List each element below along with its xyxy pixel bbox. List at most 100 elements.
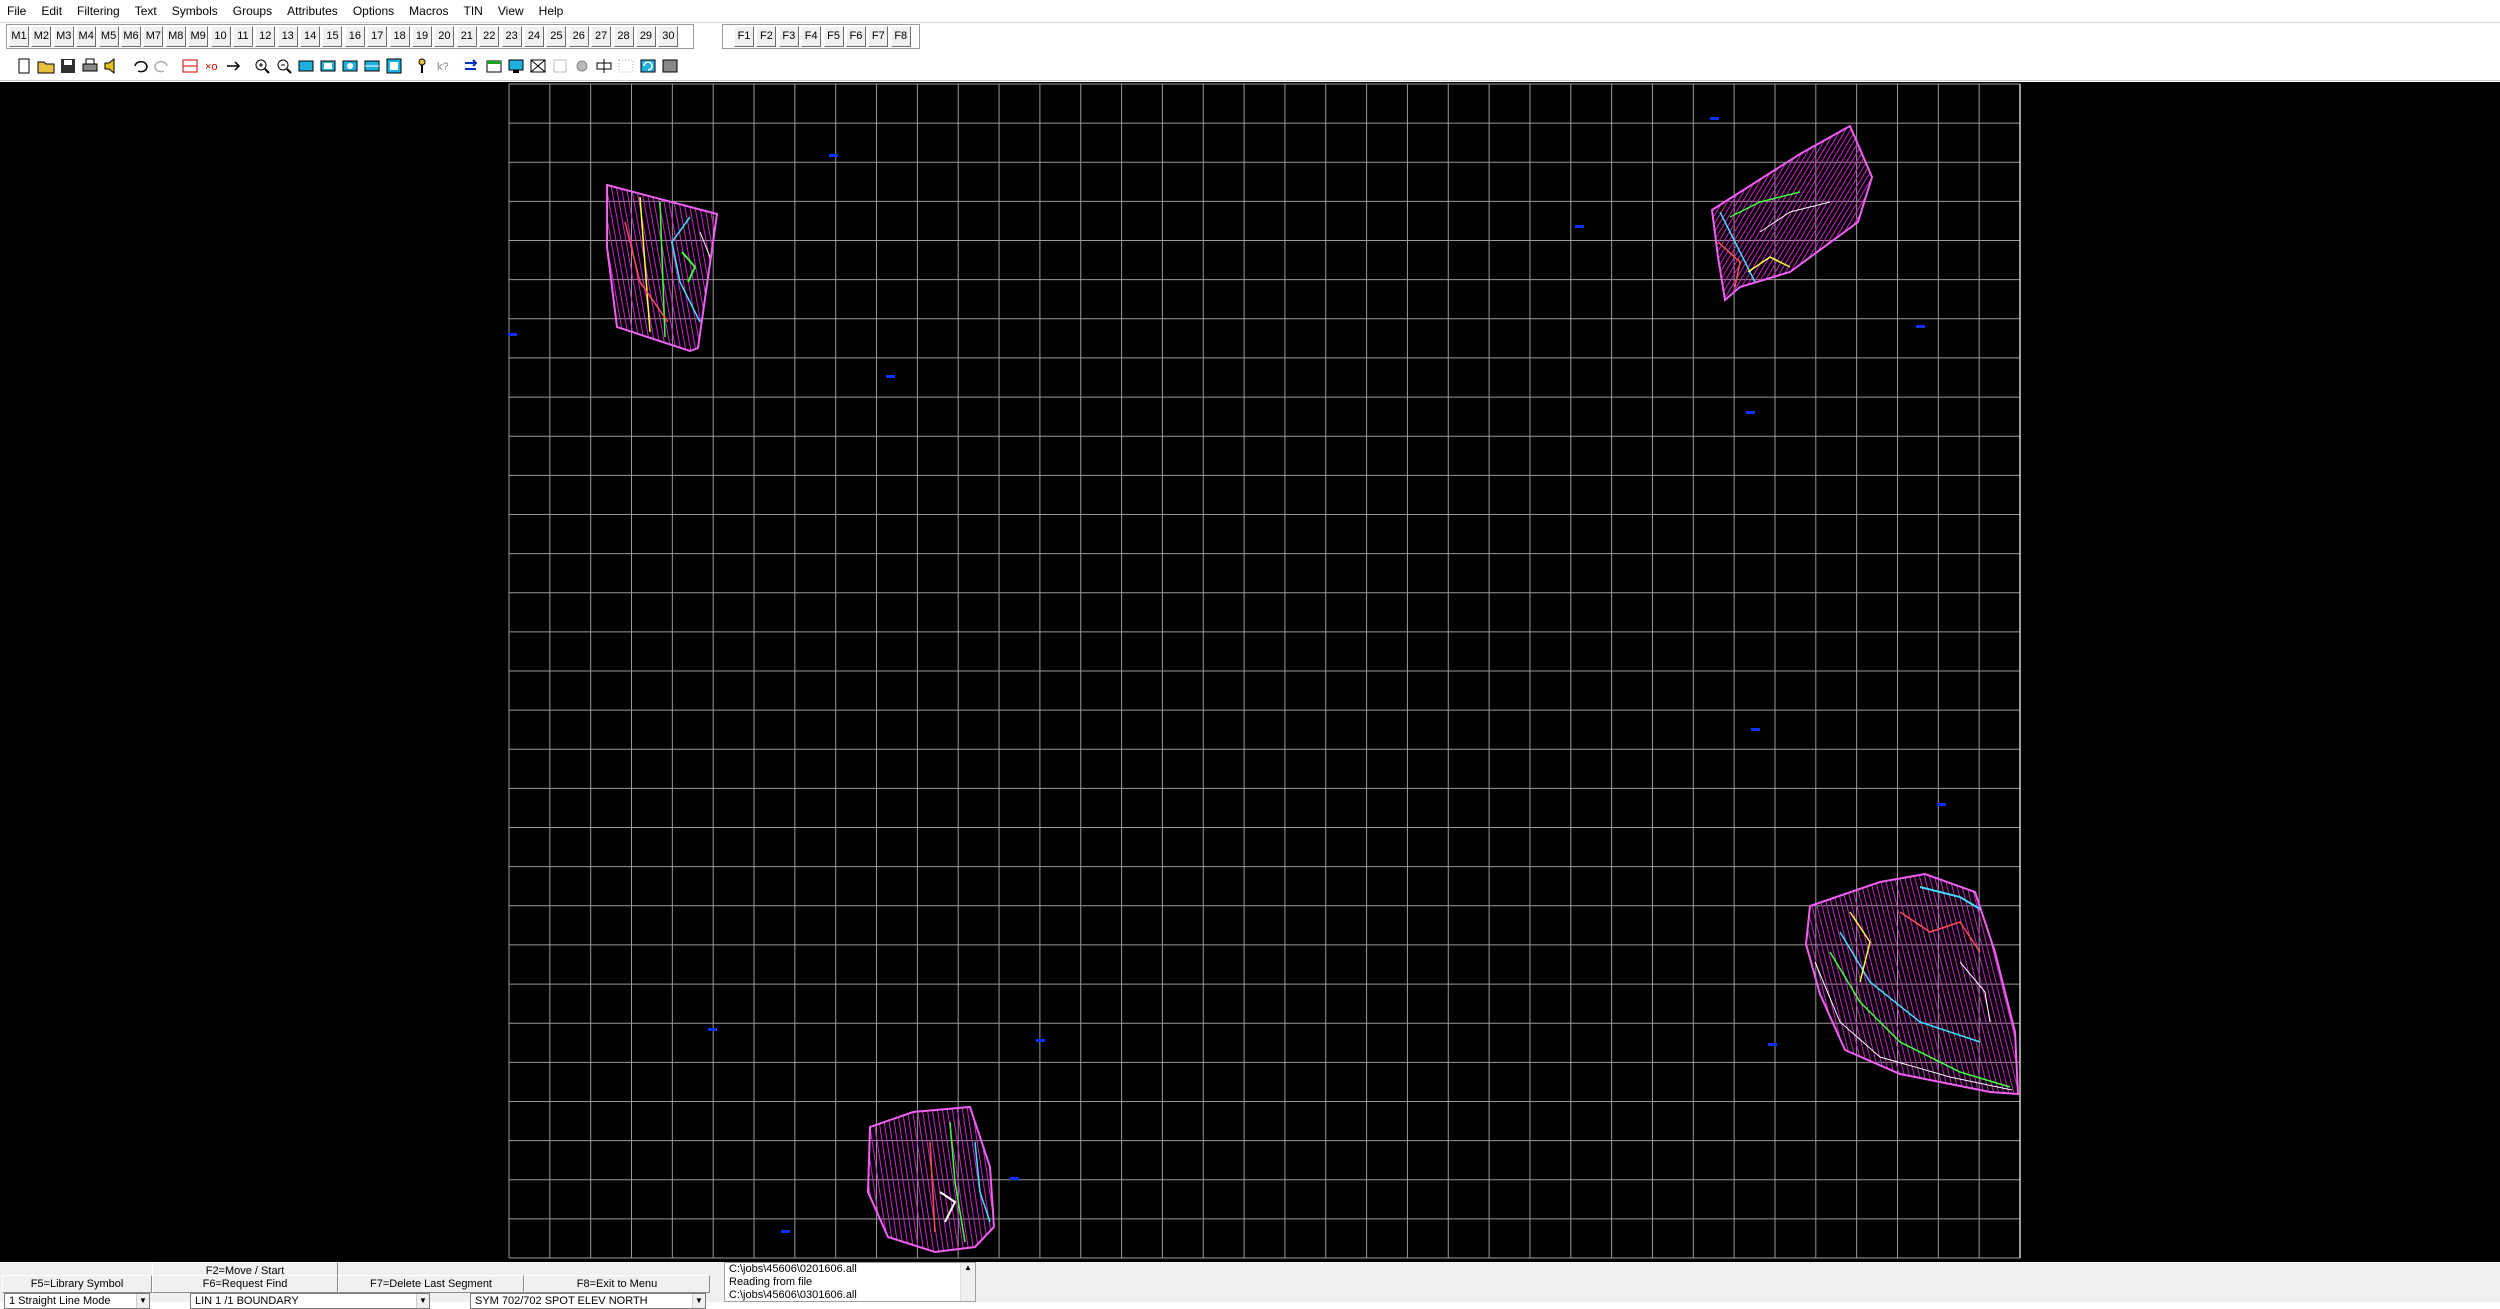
zoom-in-icon[interactable] <box>252 56 272 76</box>
contour-line <box>431 185 461 351</box>
function-button-f2[interactable]: F2 <box>756 26 777 47</box>
f8-exit-to-menu-button[interactable]: F8=Exit to Menu <box>524 1275 710 1293</box>
key-icon[interactable] <box>412 56 432 76</box>
contour-line <box>441 185 471 351</box>
macro-button-26[interactable]: 26 <box>568 26 589 47</box>
new-file-icon[interactable] <box>14 56 34 76</box>
contour-line <box>2339 874 2394 1094</box>
macro-button-24[interactable]: 24 <box>523 26 544 47</box>
contour-line <box>1509 126 1613 300</box>
macro-button-m9[interactable]: M9 <box>188 26 209 47</box>
line-code-select[interactable]: LIN 1 /1 BOUNDARY ▼ <box>190 1293 430 1309</box>
save-icon[interactable] <box>58 56 78 76</box>
macro-button-11[interactable]: 11 <box>232 26 253 47</box>
macro-button-m1[interactable]: M1 <box>9 26 29 47</box>
menu-tin[interactable]: TIN <box>457 0 491 22</box>
macro-button-12[interactable]: 12 <box>255 26 276 47</box>
monitor-icon[interactable] <box>506 56 526 76</box>
menu-view[interactable]: View <box>491 0 532 22</box>
pan-icon[interactable] <box>362 56 382 76</box>
zoom-window-icon[interactable] <box>296 56 316 76</box>
log-scrollbar[interactable]: ▲ <box>960 1263 975 1301</box>
refresh-icon[interactable] <box>638 56 658 76</box>
redo-icon[interactable] <box>152 56 172 76</box>
macro-button-22[interactable]: 22 <box>479 26 500 47</box>
menu-macros[interactable]: Macros <box>402 0 456 22</box>
macro-button-m3[interactable]: M3 <box>53 26 74 47</box>
macro-button-21[interactable]: 21 <box>456 26 477 47</box>
macro-button-m8[interactable]: M8 <box>165 26 186 47</box>
f7-delete-last-segment-button[interactable]: F7=Delete Last Segment <box>338 1275 524 1293</box>
macro-button-14[interactable]: 14 <box>300 26 321 47</box>
help-query-icon[interactable]: k? <box>434 56 454 76</box>
undo-icon[interactable] <box>130 56 150 76</box>
macro-button-27[interactable]: 27 <box>591 26 612 47</box>
macro-button-m4[interactable]: M4 <box>76 26 97 47</box>
contour-line <box>2089 126 2193 300</box>
macro-button-m7[interactable]: M7 <box>143 26 164 47</box>
function-button-f8[interactable]: F8 <box>890 26 911 47</box>
cancel-x-icon[interactable]: ×o <box>202 56 222 76</box>
settings-icon[interactable] <box>572 56 592 76</box>
macro-button-25[interactable]: 25 <box>546 26 567 47</box>
macro-button-17[interactable]: 17 <box>367 26 388 47</box>
import-arrow-icon[interactable] <box>462 56 482 76</box>
open-folder-icon[interactable] <box>36 56 56 76</box>
menu-help[interactable]: Help <box>532 0 572 22</box>
menu-text[interactable]: Text <box>128 0 165 22</box>
sound-icon[interactable] <box>102 56 122 76</box>
drawing-svg[interactable] <box>0 82 2500 1264</box>
function-button-f6[interactable]: F6 <box>845 26 866 47</box>
contour-line <box>746 185 776 351</box>
f6-request-find-button[interactable]: F6=Request Find <box>152 1275 338 1293</box>
function-button-f5[interactable]: F5 <box>823 26 844 47</box>
menu-options[interactable]: Options <box>346 0 402 22</box>
f5-library-symbol-button[interactable]: F5=Library Symbol <box>2 1275 152 1293</box>
macro-button-30[interactable]: 30 <box>658 26 679 47</box>
contour-line <box>411 185 441 351</box>
zoom-previous-icon[interactable] <box>340 56 360 76</box>
menu-groups[interactable]: Groups <box>226 0 280 22</box>
macro-button-16[interactable]: 16 <box>344 26 365 47</box>
chevron-down-icon[interactable]: ▼ <box>136 1294 149 1308</box>
menu-file[interactable]: File <box>0 0 34 22</box>
menu-attributes[interactable]: Attributes <box>280 0 346 22</box>
zoom-extents-icon[interactable] <box>318 56 338 76</box>
macro-button-15[interactable]: 15 <box>322 26 343 47</box>
grid-icon[interactable] <box>550 56 570 76</box>
macro-button-18[interactable]: 18 <box>389 26 410 47</box>
macro-button-28[interactable]: 28 <box>613 26 634 47</box>
macro-button-m5[interactable]: M5 <box>98 26 119 47</box>
dotted-grid-icon[interactable] <box>616 56 636 76</box>
function-button-f1[interactable]: F1 <box>734 26 754 47</box>
function-button-f3[interactable]: F3 <box>778 26 799 47</box>
chevron-down-icon[interactable]: ▼ <box>692 1294 705 1308</box>
zoom-out-icon[interactable] <box>274 56 294 76</box>
move-arrow-icon[interactable] <box>224 56 244 76</box>
window-select-icon[interactable] <box>484 56 504 76</box>
menu-filtering[interactable]: Filtering <box>70 0 128 22</box>
macro-button-m6[interactable]: M6 <box>120 26 141 47</box>
contour-line <box>1712 126 1779 300</box>
chevron-down-icon[interactable]: ▼ <box>416 1294 429 1308</box>
measure-icon[interactable] <box>528 56 548 76</box>
macro-button-19[interactable]: 19 <box>412 26 433 47</box>
drawing-canvas[interactable] <box>0 82 2500 1264</box>
function-button-f4[interactable]: F4 <box>801 26 822 47</box>
macro-button-10[interactable]: 10 <box>210 26 231 47</box>
macro-button-23[interactable]: 23 <box>501 26 522 47</box>
macro-button-29[interactable]: 29 <box>635 26 656 47</box>
menu-symbols[interactable]: Symbols <box>165 0 226 22</box>
align-icon[interactable] <box>594 56 614 76</box>
macro-button-m2[interactable]: M2 <box>31 26 52 47</box>
line-mode-select[interactable]: 1 Straight Line Mode ▼ <box>4 1293 150 1309</box>
macro-button-13[interactable]: 13 <box>277 26 298 47</box>
grid-snap-icon[interactable] <box>180 56 200 76</box>
function-button-f7[interactable]: F7 <box>868 26 889 47</box>
menu-edit[interactable]: Edit <box>34 0 70 22</box>
symbol-code-select[interactable]: SYM 702/702 SPOT ELEV NORTH ▼ <box>470 1293 706 1309</box>
macro-button-20[interactable]: 20 <box>434 26 455 47</box>
regenerate-icon[interactable] <box>384 56 404 76</box>
print-icon[interactable] <box>80 56 100 76</box>
layers-icon[interactable] <box>660 56 680 76</box>
